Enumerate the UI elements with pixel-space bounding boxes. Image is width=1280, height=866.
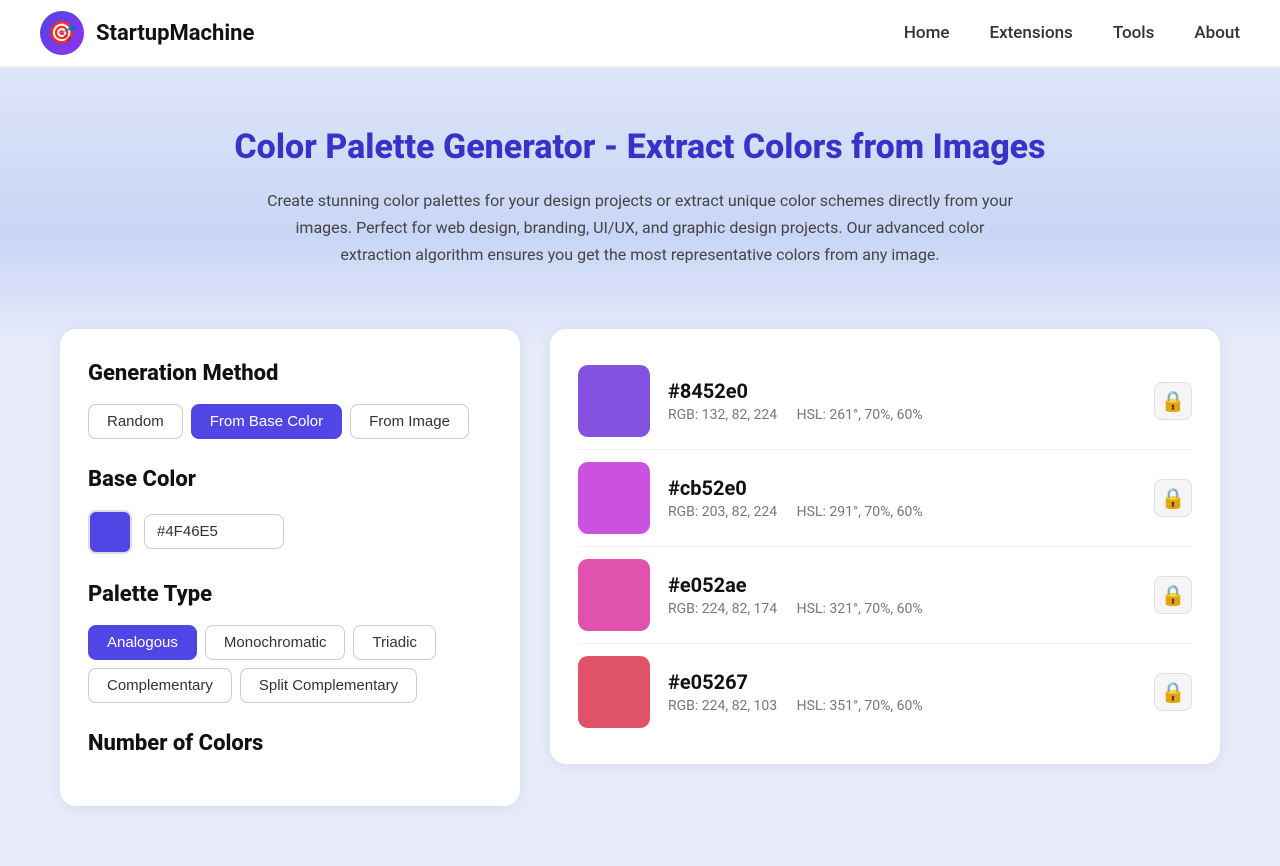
from-base-color-button[interactable]: From Base Color [191, 404, 342, 439]
hero-title: Color Palette Generator - Extract Colors… [20, 127, 1260, 167]
num-colors-section: Number of Colors [88, 731, 492, 756]
color-hsl-4: HSL: 351°, 70%, 60% [797, 698, 923, 714]
nav-link-extensions[interactable]: Extensions [989, 23, 1072, 43]
color-row: #8452e0 RGB: 132, 82, 224 HSL: 261°, 70%… [578, 353, 1192, 450]
nav-link-home[interactable]: Home [904, 23, 950, 43]
lock-button-4[interactable]: 🔒 [1154, 673, 1192, 711]
split-complementary-button[interactable]: Split Complementary [240, 668, 417, 703]
generation-method-buttons: Random From Base Color From Image [88, 404, 492, 439]
nav-link-about[interactable]: About [1194, 23, 1240, 43]
from-image-button[interactable]: From Image [350, 404, 469, 439]
base-color-row [88, 510, 492, 554]
color-block-2 [578, 462, 650, 534]
color-rgb-2: RGB: 203, 82, 224 [668, 504, 777, 520]
generation-method-title: Generation Method [88, 361, 492, 386]
palette-type-section: Palette Type Analogous Monochromatic Tri… [88, 582, 492, 703]
complementary-button[interactable]: Complementary [88, 668, 232, 703]
color-meta-1: RGB: 132, 82, 224 HSL: 261°, 70%, 60% [668, 407, 1136, 423]
base-color-title: Base Color [88, 467, 492, 492]
palette-type-buttons: Analogous Monochromatic Triadic Compleme… [88, 625, 492, 703]
analogous-button[interactable]: Analogous [88, 625, 197, 660]
triadic-button[interactable]: Triadic [353, 625, 435, 660]
color-hex-3: #e052ae [668, 573, 1136, 597]
color-hex-1: #8452e0 [668, 379, 1136, 403]
color-hsl-1: HSL: 261°, 70%, 60% [797, 407, 923, 423]
color-info-4: #e05267 RGB: 224, 82, 103 HSL: 351°, 70%… [668, 670, 1136, 714]
color-meta-3: RGB: 224, 82, 174 HSL: 321°, 70%, 60% [668, 601, 1136, 617]
num-colors-title: Number of Colors [88, 731, 492, 756]
base-color-swatch[interactable] [88, 510, 132, 554]
random-button[interactable]: Random [88, 404, 183, 439]
logo-icon: 🎯 [40, 11, 84, 55]
color-hex-2: #cb52e0 [668, 476, 1136, 500]
color-row: #cb52e0 RGB: 203, 82, 224 HSL: 291°, 70%… [578, 450, 1192, 547]
color-rgb-1: RGB: 132, 82, 224 [668, 407, 777, 423]
generation-method-section: Generation Method Random From Base Color… [88, 361, 492, 439]
navbar: 🎯 StartupMachine Home Extensions Tools A… [0, 0, 1280, 67]
color-block-4 [578, 656, 650, 728]
color-row: #e052ae RGB: 224, 82, 174 HSL: 321°, 70%… [578, 547, 1192, 644]
main-content: Generation Method Random From Base Color… [0, 349, 1280, 866]
monochromatic-button[interactable]: Monochromatic [205, 625, 346, 660]
color-meta-2: RGB: 203, 82, 224 HSL: 291°, 70%, 60% [668, 504, 1136, 520]
color-meta-4: RGB: 224, 82, 103 HSL: 351°, 70%, 60% [668, 698, 1136, 714]
color-hsl-2: HSL: 291°, 70%, 60% [797, 504, 923, 520]
nav-link-tools[interactable]: Tools [1113, 23, 1155, 43]
color-info-3: #e052ae RGB: 224, 82, 174 HSL: 321°, 70%… [668, 573, 1136, 617]
base-color-input[interactable] [144, 514, 284, 549]
logo[interactable]: 🎯 StartupMachine [40, 11, 254, 55]
lock-button-3[interactable]: 🔒 [1154, 576, 1192, 614]
color-rgb-4: RGB: 224, 82, 103 [668, 698, 777, 714]
palette-type-title: Palette Type [88, 582, 492, 607]
base-color-section: Base Color [88, 467, 492, 554]
lock-button-2[interactable]: 🔒 [1154, 479, 1192, 517]
left-panel: Generation Method Random From Base Color… [60, 329, 520, 806]
hero-section: Color Palette Generator - Extract Colors… [0, 67, 1280, 349]
lock-button-1[interactable]: 🔒 [1154, 382, 1192, 420]
nav-links: Home Extensions Tools About [904, 23, 1240, 43]
color-hex-4: #e05267 [668, 670, 1136, 694]
color-block-1 [578, 365, 650, 437]
color-info-1: #8452e0 RGB: 132, 82, 224 HSL: 261°, 70%… [668, 379, 1136, 423]
color-rgb-3: RGB: 224, 82, 174 [668, 601, 777, 617]
logo-text: StartupMachine [96, 21, 254, 46]
color-hsl-3: HSL: 321°, 70%, 60% [797, 601, 923, 617]
right-panel: #8452e0 RGB: 132, 82, 224 HSL: 261°, 70%… [550, 329, 1220, 764]
color-block-3 [578, 559, 650, 631]
color-row: #e05267 RGB: 224, 82, 103 HSL: 351°, 70%… [578, 644, 1192, 740]
color-info-2: #cb52e0 RGB: 203, 82, 224 HSL: 291°, 70%… [668, 476, 1136, 520]
hero-description: Create stunning color palettes for your … [260, 187, 1020, 269]
